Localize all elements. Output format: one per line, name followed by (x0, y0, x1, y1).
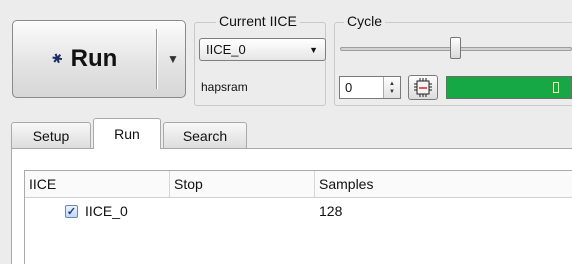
run-button[interactable]: ✱ Run ▼ (12, 20, 186, 98)
spin-down-icon[interactable]: ▼ (389, 88, 395, 96)
table-row[interactable]: ✓ IICE_0 128 (25, 198, 572, 224)
column-header-samples[interactable]: Samples (315, 171, 572, 197)
column-header-iice[interactable]: IICE (25, 171, 170, 197)
tab-search-label: Search (182, 127, 228, 144)
running-figure-icon: ✱ (49, 49, 65, 68)
chevron-down-icon: ▼ (309, 45, 318, 55)
cycle-title: Cycle (344, 13, 386, 29)
iice-select-value: IICE_0 (206, 42, 246, 57)
run-dropdown-button[interactable]: ▼ (161, 21, 185, 97)
run-button-divider (156, 29, 157, 89)
column-header-stop[interactable]: Stop (170, 171, 315, 197)
cycle-spin-buttons[interactable]: ▲ ▼ (383, 77, 400, 98)
cycle-slider-thumb[interactable] (450, 37, 461, 59)
samples-cell: 128 (319, 203, 343, 219)
table-header: IICE Stop Samples (25, 171, 572, 198)
cycle-progress-bar (446, 76, 572, 99)
chip-button[interactable] (408, 75, 438, 100)
current-iice-title: Current IICE (216, 13, 300, 29)
iice-select[interactable]: IICE_0 ▼ (199, 38, 326, 61)
cycle-value: 0 (345, 80, 353, 95)
spin-up-icon[interactable]: ▲ (389, 80, 395, 88)
iice-checkbox[interactable]: ✓ (65, 204, 78, 218)
iice-cell: ✓ IICE_0 (65, 198, 128, 224)
run-button-main[interactable]: ✱ Run (13, 21, 156, 97)
tab-run-label: Run (114, 126, 140, 142)
progress-marker (553, 82, 559, 93)
iice-table: IICE Stop Samples ✓ IICE_0 128 (24, 170, 572, 264)
triangle-down-icon: ▼ (167, 52, 179, 66)
run-button-label: Run (70, 45, 118, 72)
chip-icon (414, 78, 432, 97)
tab-run[interactable]: Run (93, 118, 161, 149)
iice-name: IICE_0 (85, 203, 128, 219)
tab-setup-label: Setup (32, 127, 70, 144)
iice-caption: hapsram (201, 80, 248, 94)
tab-setup[interactable]: Setup (11, 122, 91, 148)
tab-search[interactable]: Search (163, 122, 247, 148)
